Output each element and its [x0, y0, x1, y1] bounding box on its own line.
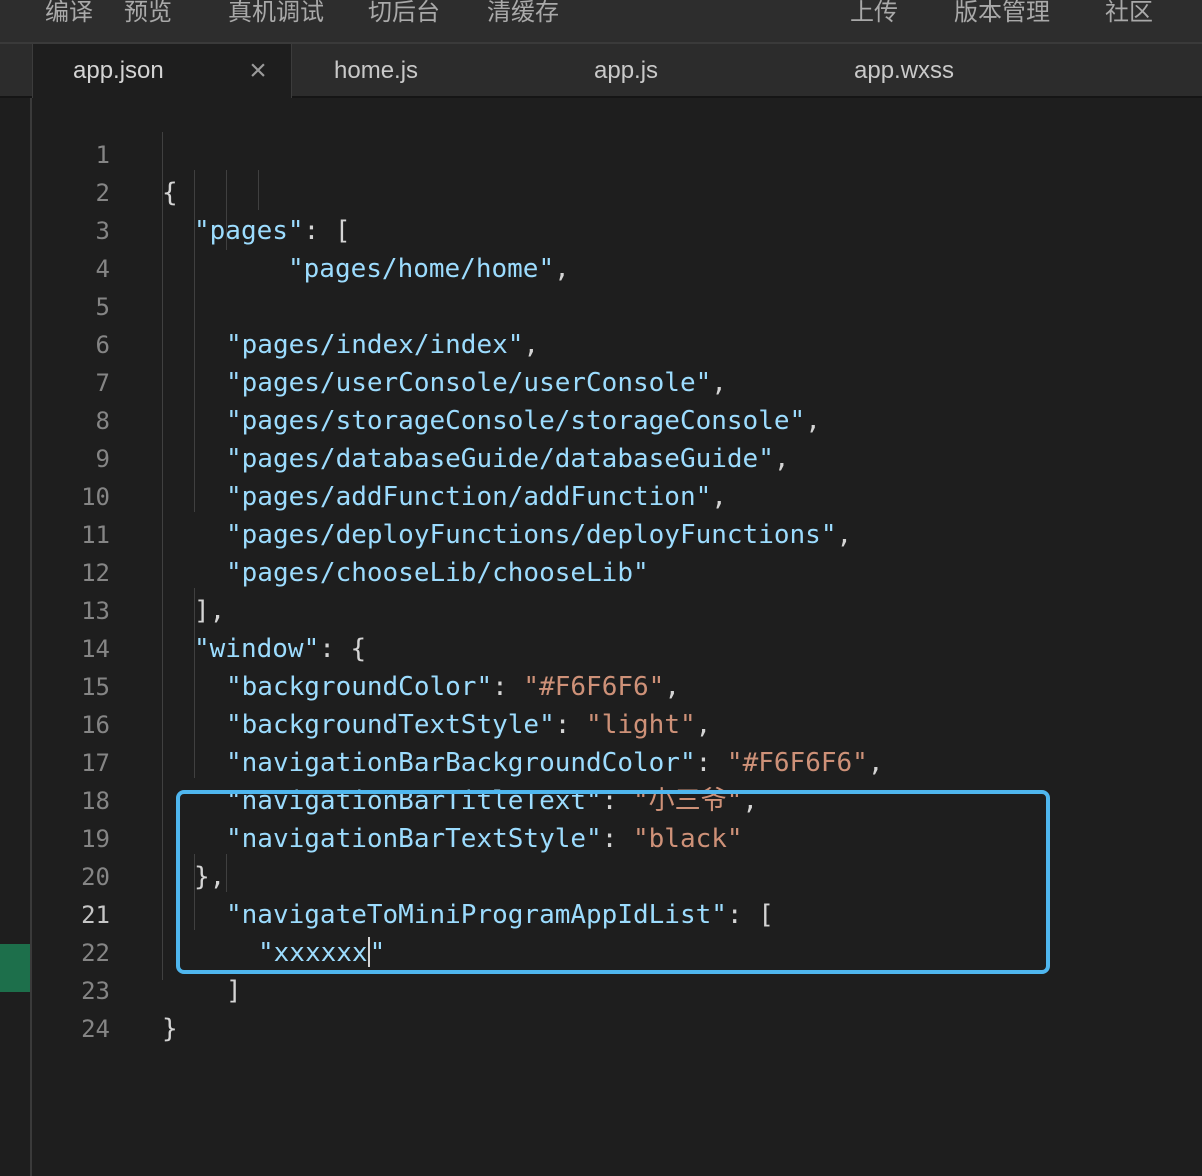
switch-background-button[interactable]: 切后台 [368, 0, 440, 30]
code-line: 5 "pages/index/index", [32, 250, 1202, 360]
compile-button[interactable]: 编译 [45, 0, 93, 30]
remote-debug-button[interactable]: 真机调试 [228, 0, 324, 30]
code-line: 8 "pages/databaseGuide/databaseGuide", [32, 364, 1202, 474]
upload-button[interactable]: 上传 [850, 0, 898, 30]
code-line: 17 "navigationBarTitleText": "小三爷", [32, 706, 1202, 816]
code-punct: } [162, 1014, 178, 1044]
line-number: 24 [81, 1015, 110, 1043]
tab-app-wxss[interactable]: app.wxss [854, 44, 954, 96]
annotation-highlight-box [176, 790, 1050, 974]
code-line: 9 "pages/addFunction/addFunction", [32, 402, 1202, 512]
top-toolbar: 编译 预览 真机调试 切后台 清缓存 上传 版本管理 社区 [0, 0, 1202, 44]
code-line: 4 [32, 212, 1202, 283]
tab-app-js[interactable]: app.js [594, 44, 658, 96]
code-line: 13 "window": { [32, 554, 1202, 664]
code-line: 18 "navigationBarTextStyle": "black" [32, 744, 1202, 854]
code-line: 15 "backgroundTextStyle": "light", [32, 630, 1202, 740]
code-line: 24 [32, 972, 1202, 1043]
tab-app-json[interactable]: app.json × [32, 44, 292, 98]
code-line: 6 "pages/userConsole/userConsole", [32, 288, 1202, 398]
version-management-button[interactable]: 版本管理 [954, 0, 1050, 30]
clear-cache-button[interactable]: 清缓存 [487, 0, 559, 30]
community-button[interactable]: 社区 [1105, 0, 1153, 30]
preview-button[interactable]: 预览 [124, 0, 172, 30]
code-editor[interactable]: 1 { 2 "pages": [ 3 "pages/home/home", 4 … [32, 98, 1202, 1176]
code-line: 14 "backgroundColor": "#F6F6F6", [32, 592, 1202, 702]
code-line: 2 "pages": [ [32, 136, 1202, 246]
tab-label: app.json [73, 57, 164, 84]
tab-home-js[interactable]: home.js [334, 44, 418, 96]
code-line: 11 "pages/chooseLib/chooseLib" [32, 478, 1202, 588]
code-line: 7 "pages/storageConsole/storageConsole", [32, 326, 1202, 436]
code-line: 12 ], [32, 516, 1202, 626]
activity-strip [0, 98, 32, 1176]
close-icon[interactable]: × [245, 44, 271, 98]
code-line: 10 "pages/deployFunctions/deployFunction… [32, 440, 1202, 550]
code-line: 1 { [32, 98, 1202, 208]
code-line: 3 "pages/home/home", [32, 174, 1202, 284]
git-change-marker [0, 944, 30, 992]
code-line: 16 "navigationBarBackgroundColor": "#F6F… [32, 668, 1202, 778]
editor-tab-bar: app.json × home.js app.js app.wxss [0, 44, 1202, 98]
